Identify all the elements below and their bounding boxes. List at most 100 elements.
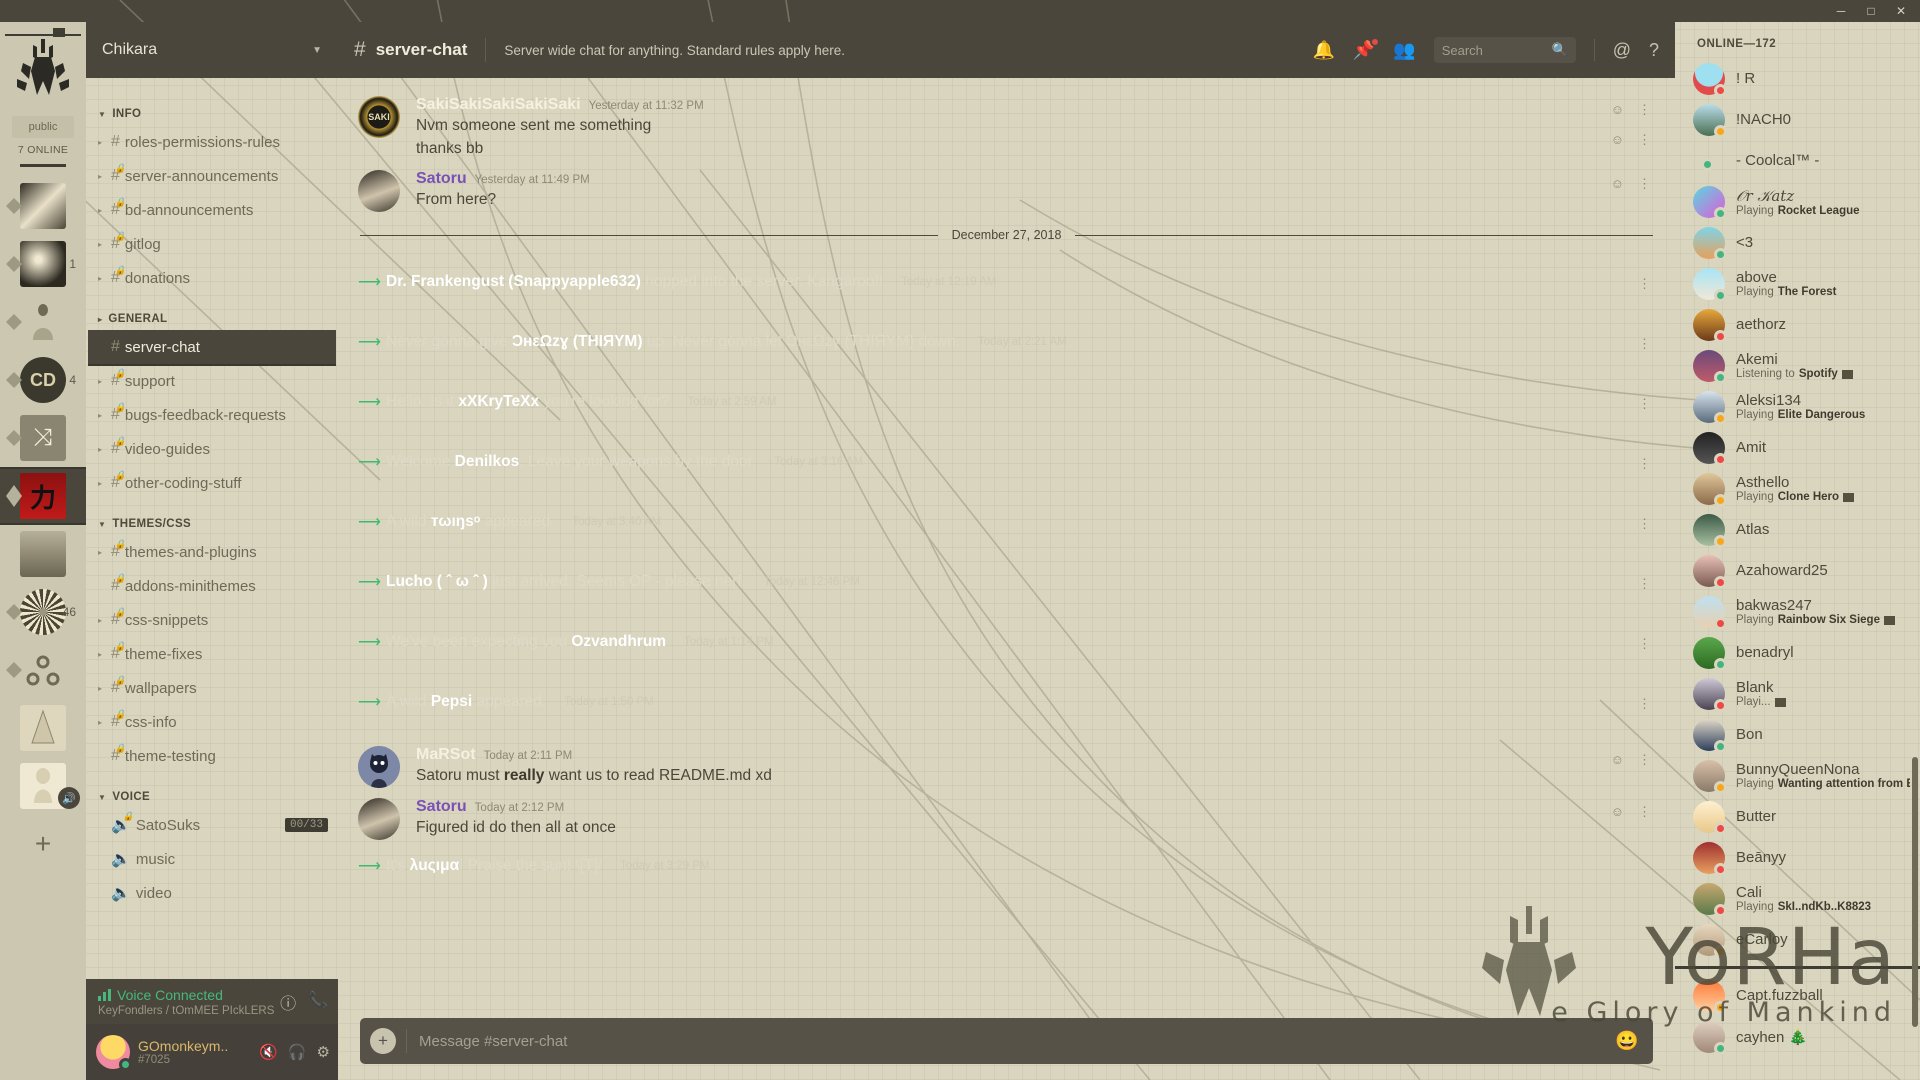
category-themes-css[interactable]: ▼ THEMES/CSS xyxy=(86,500,338,535)
home-button[interactable] xyxy=(0,22,86,114)
channel-css-snippets[interactable]: ▸ # 🔒 css-snippets xyxy=(88,603,336,637)
member-item[interactable]: Azahoward25 xyxy=(1675,550,1920,591)
reaction-icon[interactable]: ☺ xyxy=(1611,752,1624,768)
voice-channel-satosuks[interactable]: 🔈 🔒 SatoSuks 00/33 xyxy=(88,808,336,842)
guild-item-1[interactable] xyxy=(0,177,86,235)
more-icon[interactable]: ⋮ xyxy=(1638,276,1651,292)
more-icon[interactable]: ⋮ xyxy=(1638,804,1651,820)
channel-list[interactable]: ▼ INFO ▸ # roles-permissions-rules ▸ # 🔒 … xyxy=(86,78,338,979)
guild-item-10[interactable] xyxy=(0,699,86,757)
reaction-icon[interactable]: ☺ xyxy=(1611,804,1624,820)
message-input[interactable]: Message #server-chat xyxy=(419,1033,1615,1050)
member-item[interactable]: Atlas xyxy=(1675,509,1920,550)
member-item[interactable]: Aleksi134 Playing Elite Dangerous xyxy=(1675,386,1920,427)
member-item[interactable]: Capt.fuzzball xyxy=(1675,975,1920,1016)
category-general[interactable]: ▸ GENERAL xyxy=(86,295,338,330)
sys-username[interactable]: Denilkos xyxy=(455,453,520,470)
guild-item-3[interactable] xyxy=(0,293,86,351)
more-icon[interactable]: ⋮ xyxy=(1638,636,1651,652)
window-maximize-button[interactable]: □ xyxy=(1856,0,1886,22)
channel-server-announcements[interactable]: ▸ # 🔒 server-announcements xyxy=(88,159,336,193)
sys-username[interactable]: ƆнεΩzɣ (ТНІЯYM) xyxy=(512,333,643,350)
disconnect-icon[interactable]: 📞 xyxy=(308,990,328,1014)
member-list-scrollbar[interactable] xyxy=(1912,757,1918,1027)
member-item[interactable]: aethorz xyxy=(1675,304,1920,345)
window-minimize-button[interactable]: ─ xyxy=(1826,0,1856,22)
reaction-icon[interactable]: ☺ xyxy=(1611,132,1624,148)
member-item[interactable]: above Playing The Forest xyxy=(1675,263,1920,304)
member-item[interactable]: BunnyQueenNona Playing Wanting attention … xyxy=(1675,755,1920,796)
avatar[interactable] xyxy=(96,1035,132,1071)
headset-icon[interactable]: 🎧 xyxy=(288,1043,307,1061)
more-icon[interactable]: ⋮ xyxy=(1638,576,1651,592)
pin-icon[interactable]: 📌 xyxy=(1353,36,1381,61)
member-item[interactable]: Cali Playing SkI..ndKb..K8823 xyxy=(1675,878,1920,919)
message-author[interactable]: Satoru xyxy=(416,798,467,816)
channel-roles-permissions-rules[interactable]: ▸ # roles-permissions-rules xyxy=(88,125,336,159)
member-item[interactable]: Bon xyxy=(1675,714,1920,755)
guild-item-4[interactable]: CD 4 xyxy=(0,351,86,409)
channel-themes-and-plugins[interactable]: ▸ # 🔒 themes-and-plugins xyxy=(88,535,336,569)
guild-item-8[interactable]: 46 xyxy=(0,583,86,641)
member-item[interactable]: - Coolcal™ - xyxy=(1675,140,1920,181)
channel-server-chat[interactable]: # server-chat xyxy=(88,330,336,366)
info-icon[interactable]: ⓘ xyxy=(280,990,296,1014)
sys-username[interactable]: Lucho ( ˆ ω ˆ ) xyxy=(386,573,488,590)
help-icon[interactable]: ? xyxy=(1649,40,1659,61)
member-item[interactable]: benadryl xyxy=(1675,632,1920,673)
member-item[interactable]: Blank Playi... xyxy=(1675,673,1920,714)
channel-css-info[interactable]: ▸ # 🔒 css-info xyxy=(88,705,336,739)
attach-icon[interactable]: + xyxy=(370,1028,396,1054)
sys-username[interactable]: Pepsi xyxy=(431,693,472,710)
member-item[interactable]: 𝒪r 𝒦atz Playing Rocket League xyxy=(1675,181,1920,222)
composer-box[interactable]: + Message #server-chat 😀 xyxy=(360,1018,1653,1064)
mentions-icon[interactable]: @ xyxy=(1613,40,1631,61)
channel-wallpapers[interactable]: ▸ # 🔒 wallpapers xyxy=(88,671,336,705)
more-icon[interactable]: ⋮ xyxy=(1638,516,1651,532)
message-list[interactable]: SAKI SakiSakiSakiSakiSaki Yesterday at 1… xyxy=(338,78,1675,1018)
channel-donations[interactable]: ▸ # 🔒 donations xyxy=(88,261,336,295)
guild-item-2[interactable]: 1 xyxy=(0,235,86,293)
channel-bd-announcements[interactable]: ▸ # 🔒 bd-announcements xyxy=(88,193,336,227)
search-input[interactable]: Search 🔍 xyxy=(1433,37,1576,63)
guild-item-5[interactable]: ⤨ xyxy=(0,409,86,467)
member-item[interactable]: <3 xyxy=(1675,222,1920,263)
mic-muted-icon[interactable]: 🔇 xyxy=(259,1043,278,1061)
avatar[interactable] xyxy=(358,746,400,788)
message-author[interactable]: Satoru xyxy=(416,170,467,188)
sys-username[interactable]: λuςιμα xyxy=(410,857,459,874)
message-author[interactable]: SakiSakiSakiSakiSaki xyxy=(416,96,581,114)
member-item[interactable]: Beānуу xyxy=(1675,837,1920,878)
more-icon[interactable]: ⋮ xyxy=(1638,102,1651,118)
member-item[interactable]: eCarloy xyxy=(1675,919,1920,960)
more-icon[interactable]: ⋮ xyxy=(1638,396,1651,412)
voice-channel-video[interactable]: 🔈 video xyxy=(88,876,336,910)
channel-theme-testing[interactable]: # 🔒 theme-testing xyxy=(88,739,336,773)
guild-mute-icon[interactable]: 🔊 xyxy=(58,787,80,809)
more-icon[interactable]: ⋮ xyxy=(1638,176,1651,192)
member-item[interactable]: Butter xyxy=(1675,796,1920,837)
more-icon[interactable]: ⋮ xyxy=(1638,752,1651,768)
avatar[interactable] xyxy=(358,170,400,212)
member-item[interactable]: !NACH0 xyxy=(1675,99,1920,140)
window-close-button[interactable]: ✕ xyxy=(1886,0,1916,22)
more-icon[interactable]: ⋮ xyxy=(1638,336,1651,352)
channel-addons-minithemes[interactable]: # 🔒 addons-minithemes xyxy=(88,569,336,603)
channel-video-guides[interactable]: ▸ # 🔒 video-guides xyxy=(88,432,336,466)
member-item[interactable]: ! R xyxy=(1675,58,1920,99)
more-icon[interactable]: ⋮ xyxy=(1638,132,1651,148)
gear-icon[interactable]: ⚙ xyxy=(317,1043,330,1061)
channel-support[interactable]: ▸ # 🔒 support xyxy=(88,364,336,398)
more-icon[interactable]: ⋮ xyxy=(1638,696,1651,712)
member-item[interactable]: Amit xyxy=(1675,427,1920,468)
sys-username[interactable]: Ozvandhrum xyxy=(571,633,666,650)
channel-bugs-feedback-requests[interactable]: ▸ # 🔒 bugs-feedback-requests xyxy=(88,398,336,432)
guild-item-chikara[interactable]: 力 xyxy=(0,467,86,525)
reaction-icon[interactable]: ☺ xyxy=(1611,176,1624,192)
bell-icon[interactable]: 🔔 xyxy=(1312,40,1334,61)
category-voice[interactable]: ▼ VOICE xyxy=(86,773,338,808)
guild-item-11[interactable]: 🔊 xyxy=(0,757,86,815)
voice-channel-music[interactable]: 🔈 music xyxy=(88,842,336,876)
sys-username[interactable]: Dr. Frankengust (Snappyapple632) xyxy=(386,273,641,290)
channel-other-coding-stuff[interactable]: ▸ # 🔒 other-coding-stuff xyxy=(88,466,336,500)
